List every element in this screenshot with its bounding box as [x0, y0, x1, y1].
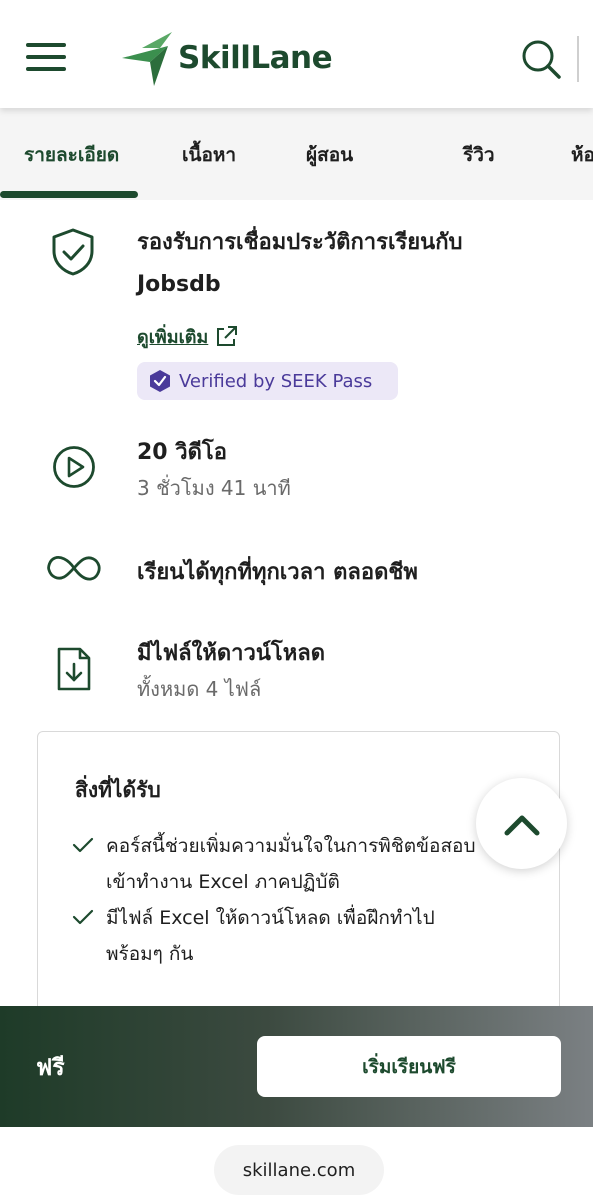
skilllane-leaf-icon	[122, 32, 172, 86]
external-link-icon	[217, 325, 238, 346]
benefits-card: สิ่งที่ได้รับ คอร์สนี้ช่วยเพิ่มความมั่นใ…	[37, 731, 560, 1031]
start-learning-button[interactable]: เริ่มเรียนฟรี	[257, 1036, 561, 1097]
tab-reviews[interactable]: รีวิว	[463, 140, 495, 170]
course-tabs: รายละเอียด เนื้อหา ผู้สอน รีวิว ห้อ	[0, 108, 593, 200]
verified-hexagon-icon	[150, 370, 170, 392]
benefits-title: สิ่งที่ได้รับ	[75, 778, 161, 802]
seek-pass-label: Verified by SEEK Pass	[179, 370, 373, 392]
price-label: ฟรี	[36, 1055, 65, 1081]
infinity-icon	[47, 556, 101, 581]
benefit-text-line1: มีไฟล์ Excel ให้ดาวน์โหลด เพื่อฝึกทำไป	[106, 907, 435, 929]
see-more-label: ดูเพิ่มเติม	[137, 327, 209, 348]
tab-details[interactable]: รายละเอียด	[24, 140, 119, 170]
benefit-text-line2: พร้อมๆ กัน	[106, 943, 194, 965]
videos-duration: 3 ชั่วโมง 41 นาที	[137, 476, 291, 500]
downloads-title: มีไฟล์ให้ดาวน์โหลด	[137, 641, 325, 666]
url-bar[interactable]: skillane.com	[214, 1145, 384, 1195]
app-header: SkillLane	[0, 0, 593, 108]
active-tab-indicator	[0, 191, 138, 198]
see-more-link[interactable]: ดูเพิ่มเติม	[137, 322, 238, 351]
enroll-bar: ฟรี เริ่มเรียนฟรี	[0, 1006, 593, 1127]
tab-more[interactable]: ห้อ	[571, 140, 593, 170]
downloads-count: ทั้งหมด 4 ไฟล์	[137, 677, 262, 701]
browser-footer: skillane.com	[0, 1127, 593, 1200]
play-circle-icon	[53, 446, 95, 488]
check-icon	[72, 909, 94, 925]
benefit-text-line1: คอร์สนี้ช่วยเพิ่มความมั่นใจในการพิชิตข้อ…	[106, 835, 476, 857]
scroll-to-top-button[interactable]	[476, 778, 567, 869]
file-download-icon	[57, 647, 91, 691]
check-icon	[72, 837, 94, 853]
logo-text: SkillLane	[178, 40, 333, 76]
seek-pass-badge: Verified by SEEK Pass	[137, 362, 398, 400]
tab-instructor[interactable]: ผู้สอน	[306, 140, 353, 170]
search-icon[interactable]	[520, 38, 562, 80]
header-divider	[577, 36, 579, 82]
list-item: มีไฟล์ Excel ให้ดาวน์โหลด เพื่อฝึกทำไป พ…	[72, 900, 532, 972]
skilllane-logo[interactable]: SkillLane	[120, 26, 333, 90]
chevron-up-icon	[504, 815, 539, 835]
jobsdb-title-line2: Jobsdb	[137, 272, 221, 297]
list-item: คอร์สนี้ช่วยเพิ่มความมั่นใจในการพิชิตข้อ…	[72, 828, 532, 900]
jobsdb-title-line1: รองรับการเชื่อมประวัติการเรียนกับ	[137, 230, 463, 255]
benefit-text-line2: เข้าทำงาน Excel ภาคปฏิบัติ	[106, 871, 340, 893]
menu-icon[interactable]	[26, 43, 68, 73]
tab-content[interactable]: เนื้อหา	[182, 140, 236, 170]
lifetime-title: เรียนได้ทุกที่ทุกเวลา ตลอดชีพ	[137, 560, 418, 585]
videos-title: 20 วิดีโอ	[137, 440, 227, 465]
shield-check-icon	[52, 228, 94, 276]
